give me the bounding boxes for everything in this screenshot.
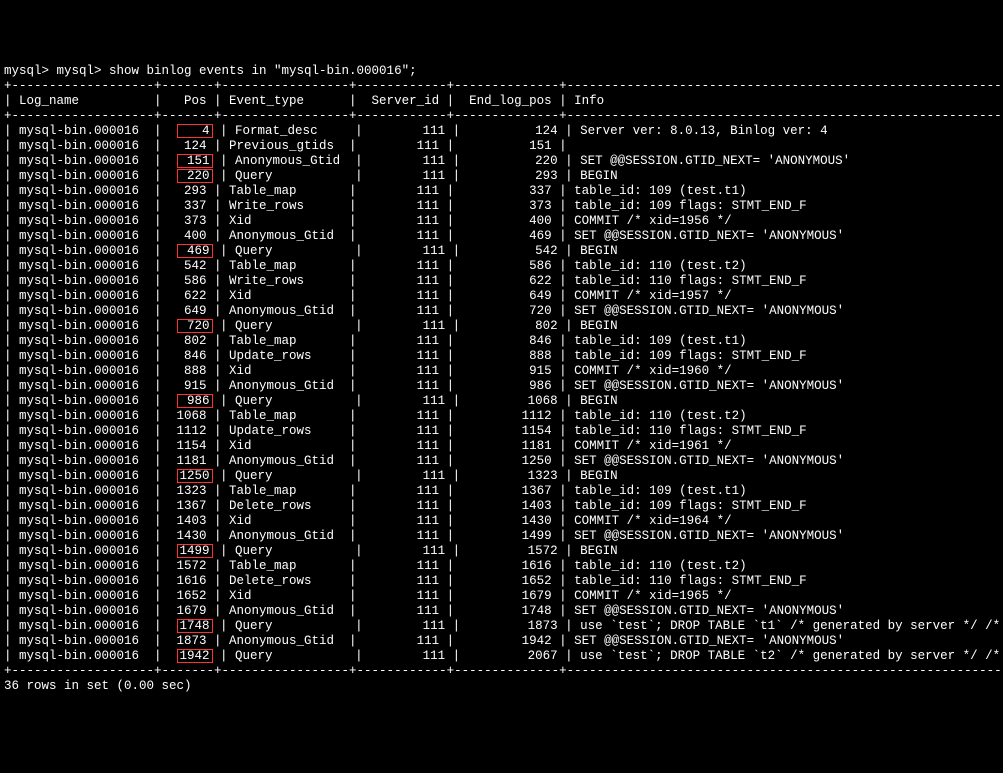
hr-bottom: +-------------------+-------+-----------…: [4, 664, 999, 679]
table-row: | mysql-bin.000016 | 1873 | Anonymous_Gt…: [4, 634, 999, 649]
table-row: | mysql-bin.000016 | 1403 | Xid | 111 | …: [4, 514, 999, 529]
pos-highlight: 1250: [177, 469, 213, 483]
table-row: | mysql-bin.000016 | 846 | Update_rows |…: [4, 349, 999, 364]
pos-highlight: 720: [177, 319, 213, 333]
table-row: | mysql-bin.000016 | 1679 | Anonymous_Gt…: [4, 604, 999, 619]
table-row: | mysql-bin.000016 | 802 | Table_map | 1…: [4, 334, 999, 349]
pos-highlight: 1499: [177, 544, 213, 558]
table-row: | mysql-bin.000016 | 1499 | Query | 111 …: [4, 544, 999, 559]
table-row: | mysql-bin.000016 | 1367 | Delete_rows …: [4, 499, 999, 514]
table-row: | mysql-bin.000016 | 1942 | Query | 111 …: [4, 649, 999, 664]
hr-mid: +-------------------+-------+-----------…: [4, 109, 999, 124]
hr-top: +-------------------+-------+-----------…: [4, 79, 999, 94]
table-row: | mysql-bin.000016 | 720 | Query | 111 |…: [4, 319, 999, 334]
table-row: | mysql-bin.000016 | 124 | Previous_gtid…: [4, 139, 999, 154]
table-row: | mysql-bin.000016 | 1181 | Anonymous_Gt…: [4, 454, 999, 469]
table-row: | mysql-bin.000016 | 220 | Query | 111 |…: [4, 169, 999, 184]
table-row: | mysql-bin.000016 | 1652 | Xid | 111 | …: [4, 589, 999, 604]
footer-status: 36 rows in set (0.00 sec): [4, 679, 999, 694]
table-row: | mysql-bin.000016 | 1323 | Table_map | …: [4, 484, 999, 499]
table-row: | mysql-bin.000016 | 1430 | Anonymous_Gt…: [4, 529, 999, 544]
table-row: | mysql-bin.000016 | 1112 | Update_rows …: [4, 424, 999, 439]
table-row: | mysql-bin.000016 | 4 | Format_desc | 1…: [4, 124, 999, 139]
pos-highlight: 4: [177, 124, 213, 138]
table-row: | mysql-bin.000016 | 1572 | Table_map | …: [4, 559, 999, 574]
pos-highlight: 1942: [177, 649, 213, 663]
table-row: | mysql-bin.000016 | 986 | Query | 111 |…: [4, 394, 999, 409]
table-row: | mysql-bin.000016 | 1068 | Table_map | …: [4, 409, 999, 424]
table-row: | mysql-bin.000016 | 1250 | Query | 111 …: [4, 469, 999, 484]
table-row: | mysql-bin.000016 | 915 | Anonymous_Gti…: [4, 379, 999, 394]
table-row: | mysql-bin.000016 | 1154 | Xid | 111 | …: [4, 439, 999, 454]
table-row: | mysql-bin.000016 | 293 | Table_map | 1…: [4, 184, 999, 199]
table-row: | mysql-bin.000016 | 337 | Write_rows | …: [4, 199, 999, 214]
table-row: | mysql-bin.000016 | 888 | Xid | 111 | 9…: [4, 364, 999, 379]
table-row: | mysql-bin.000016 | 586 | Write_rows | …: [4, 274, 999, 289]
table-row: | mysql-bin.000016 | 622 | Xid | 111 | 6…: [4, 289, 999, 304]
table-row: | mysql-bin.000016 | 469 | Query | 111 |…: [4, 244, 999, 259]
table-header: | Log_name | Pos | Event_type | Server_i…: [4, 94, 999, 109]
table-row: | mysql-bin.000016 | 542 | Table_map | 1…: [4, 259, 999, 274]
prompt-line[interactable]: mysql> mysql> show binlog events in "mys…: [4, 64, 999, 79]
pos-highlight: 986: [177, 394, 213, 408]
pos-highlight: 1748: [177, 619, 213, 633]
pos-highlight: 151: [177, 154, 213, 168]
table-row: | mysql-bin.000016 | 400 | Anonymous_Gti…: [4, 229, 999, 244]
table-row: | mysql-bin.000016 | 1616 | Delete_rows …: [4, 574, 999, 589]
pos-highlight: 469: [177, 244, 213, 258]
table-row: | mysql-bin.000016 | 649 | Anonymous_Gti…: [4, 304, 999, 319]
pos-highlight: 220: [177, 169, 213, 183]
table-row: | mysql-bin.000016 | 151 | Anonymous_Gti…: [4, 154, 999, 169]
table-row: | mysql-bin.000016 | 373 | Xid | 111 | 4…: [4, 214, 999, 229]
